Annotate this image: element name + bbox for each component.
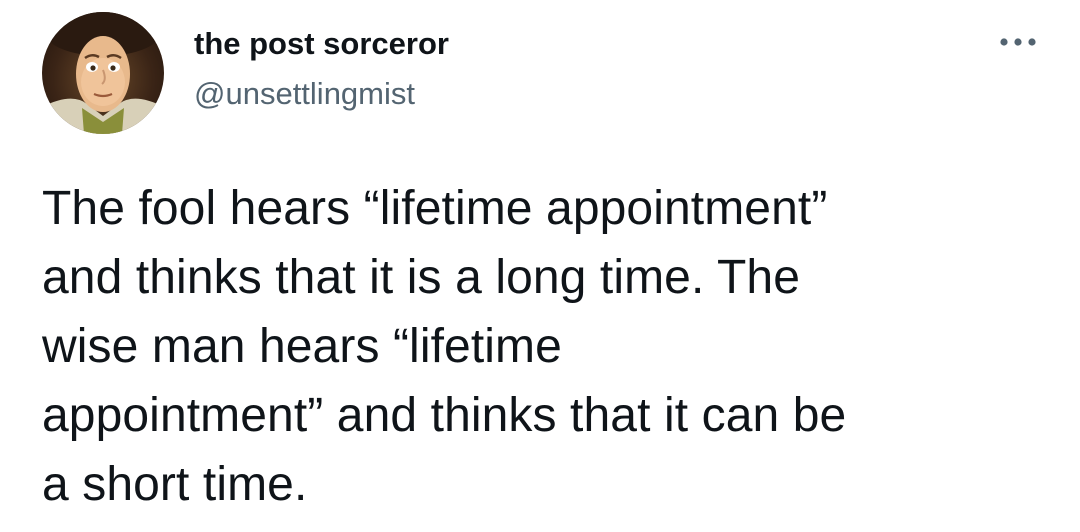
author-display-name[interactable]: the post sorceror — [194, 26, 449, 62]
author-handle[interactable]: @unsettlingmist — [194, 76, 415, 112]
tweet-text: The fool hears “lifetime appointment” an… — [42, 182, 847, 511]
avatar-image — [42, 12, 164, 134]
more-options-button[interactable] — [996, 28, 1040, 56]
more-options-icon — [1000, 38, 1036, 46]
avatar[interactable] — [42, 12, 164, 134]
tweet-card: the post sorceror @unsettlingmist The fo… — [0, 0, 1080, 532]
